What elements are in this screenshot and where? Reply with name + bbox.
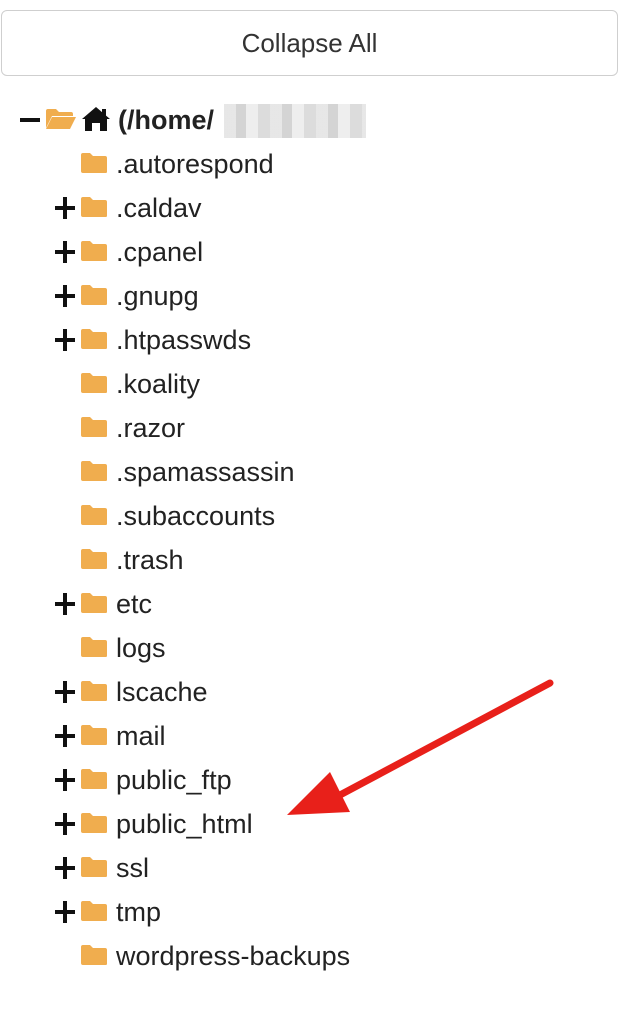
file-tree: (/home/ .autorespond .caldav .cpanel .gnupg… (0, 98, 637, 978)
folder-icon (81, 593, 107, 613)
tree-item[interactable]: ssl (0, 846, 637, 890)
tree-item-label: mail (116, 721, 166, 751)
tree-item-label: etc (116, 589, 153, 619)
home-icon (82, 107, 110, 131)
folder-icon (81, 505, 107, 525)
folder-icon (81, 769, 107, 789)
folder-icon (81, 813, 107, 833)
tree-item[interactable]: .koality (0, 362, 637, 406)
tree-item-label: .subaccounts (116, 501, 276, 531)
expand-toggle-icon[interactable] (55, 197, 77, 219)
tree-item[interactable]: public_ftp (0, 758, 637, 802)
tree-item[interactable]: .subaccounts (0, 494, 637, 538)
tree-item-label: .koality (116, 369, 201, 399)
tree-item-label: .caldav (116, 193, 202, 223)
folder-icon (81, 241, 107, 261)
expand-toggle-icon[interactable] (55, 241, 77, 263)
folder-open-icon (46, 109, 76, 129)
tree-item-label: lscache (116, 677, 208, 707)
folder-icon (81, 329, 107, 349)
tree-item[interactable]: lscache (0, 670, 637, 714)
tree-item[interactable]: .htpasswds (0, 318, 637, 362)
tree-item-label: .trash (116, 545, 184, 575)
folder-icon (81, 285, 107, 305)
folder-icon (81, 901, 107, 921)
tree-item[interactable]: mail (0, 714, 637, 758)
folder-icon (81, 461, 107, 481)
folder-icon (81, 725, 107, 745)
tree-item-label: .gnupg (116, 281, 199, 311)
folder-icon (81, 857, 107, 877)
redacted-username (224, 104, 366, 138)
collapse-toggle-icon[interactable] (20, 109, 42, 131)
collapse-all-button[interactable]: Collapse All (1, 10, 618, 76)
tree-item-label: .razor (116, 413, 186, 443)
tree-item-label: .autorespond (116, 149, 274, 179)
tree-item-label: logs (116, 633, 166, 663)
expand-toggle-icon[interactable] (55, 681, 77, 703)
tree-item-label: .spamassassin (116, 457, 295, 487)
tree-item[interactable]: .gnupg (0, 274, 637, 318)
folder-icon (81, 681, 107, 701)
folder-icon (81, 197, 107, 217)
tree-item[interactable]: logs (0, 626, 637, 670)
folder-icon (81, 417, 107, 437)
tree-item-label: .cpanel (116, 237, 204, 267)
folder-icon (81, 549, 107, 569)
tree-item[interactable]: public_html (0, 802, 637, 846)
expand-toggle-icon[interactable] (55, 285, 77, 307)
tree-item[interactable]: etc (0, 582, 637, 626)
folder-icon (81, 153, 107, 173)
tree-item-label: public_html (116, 809, 253, 839)
expand-toggle-icon[interactable] (55, 329, 77, 351)
tree-item[interactable]: wordpress-backups (0, 934, 637, 978)
tree-item-label: public_ftp (116, 765, 232, 795)
expand-toggle-icon[interactable] (55, 857, 77, 879)
folder-icon (81, 373, 107, 393)
folder-icon (81, 945, 107, 965)
tree-item[interactable]: .autorespond (0, 142, 637, 186)
expand-toggle-icon[interactable] (55, 593, 77, 615)
expand-toggle-icon[interactable] (55, 725, 77, 747)
expand-toggle-icon[interactable] (55, 901, 77, 923)
tree-item[interactable]: .caldav (0, 186, 637, 230)
expand-toggle-icon[interactable] (55, 769, 77, 791)
expand-toggle-icon[interactable] (55, 813, 77, 835)
tree-item-label: wordpress-backups (116, 941, 351, 971)
tree-root-label: (/home/ (118, 105, 215, 135)
tree-item[interactable]: .trash (0, 538, 637, 582)
tree-item-label: .htpasswds (116, 325, 252, 355)
folder-icon (81, 637, 107, 657)
tree-item-label: tmp (116, 897, 162, 927)
tree-item[interactable]: tmp (0, 890, 637, 934)
tree-item[interactable]: .spamassassin (0, 450, 637, 494)
tree-item[interactable]: .cpanel (0, 230, 637, 274)
tree-item[interactable]: .razor (0, 406, 637, 450)
tree-item-label: ssl (116, 853, 149, 883)
